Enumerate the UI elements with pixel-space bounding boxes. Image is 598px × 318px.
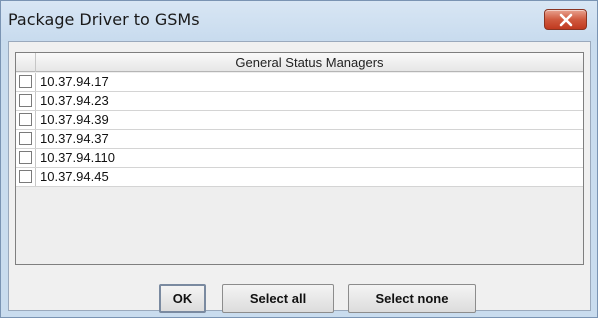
select-none-button[interactable]: Select none xyxy=(348,284,476,313)
row-checkbox[interactable] xyxy=(19,75,32,88)
row-checkbox[interactable] xyxy=(19,94,32,107)
column-header-gsm[interactable]: General Status Managers xyxy=(36,53,583,72)
row-checkbox[interactable] xyxy=(19,113,32,126)
checkbox-cell xyxy=(16,111,36,129)
table-row[interactable]: 10.37.94.45 xyxy=(16,168,583,187)
gsm-ip: 10.37.94.39 xyxy=(40,112,109,127)
dialog-window: Package Driver to GSMs General Status Ma… xyxy=(0,0,598,318)
checkbox-column-header[interactable] xyxy=(16,53,36,72)
select-all-button[interactable]: Select all xyxy=(222,284,334,313)
gsm-ip: 10.37.94.17 xyxy=(40,74,109,89)
gsm-table: General Status Managers 10.37.94.17 10.3… xyxy=(15,52,584,265)
checkbox-cell xyxy=(16,73,36,91)
table-row[interactable]: 10.37.94.37 xyxy=(16,130,583,149)
checkbox-cell xyxy=(16,92,36,110)
table-body: 10.37.94.17 10.37.94.23 10.37.94.39 10.3… xyxy=(16,73,583,187)
checkbox-cell xyxy=(16,149,36,167)
table-row[interactable]: 10.37.94.39 xyxy=(16,111,583,130)
gsm-ip: 10.37.94.37 xyxy=(40,131,109,146)
title-bar[interactable]: Package Driver to GSMs xyxy=(1,1,597,41)
checkbox-cell xyxy=(16,168,36,186)
dialog-content: General Status Managers 10.37.94.17 10.3… xyxy=(8,41,591,313)
table-header: General Status Managers xyxy=(16,53,583,72)
gsm-ip: 10.37.94.23 xyxy=(40,93,109,108)
dialog-title: Package Driver to GSMs xyxy=(8,10,200,29)
close-x-icon xyxy=(559,13,573,27)
row-checkbox[interactable] xyxy=(19,170,32,183)
checkbox-cell xyxy=(16,130,36,148)
row-checkbox[interactable] xyxy=(19,151,32,164)
table-row[interactable]: 10.37.94.17 xyxy=(16,73,583,92)
gsm-ip: 10.37.94.45 xyxy=(40,169,109,184)
gsm-ip: 10.37.94.110 xyxy=(40,150,115,165)
table-row[interactable]: 10.37.94.110 xyxy=(16,149,583,168)
table-row[interactable]: 10.37.94.23 xyxy=(16,92,583,111)
row-checkbox[interactable] xyxy=(19,132,32,145)
ok-button[interactable]: OK xyxy=(159,284,206,313)
close-button[interactable] xyxy=(544,9,587,30)
